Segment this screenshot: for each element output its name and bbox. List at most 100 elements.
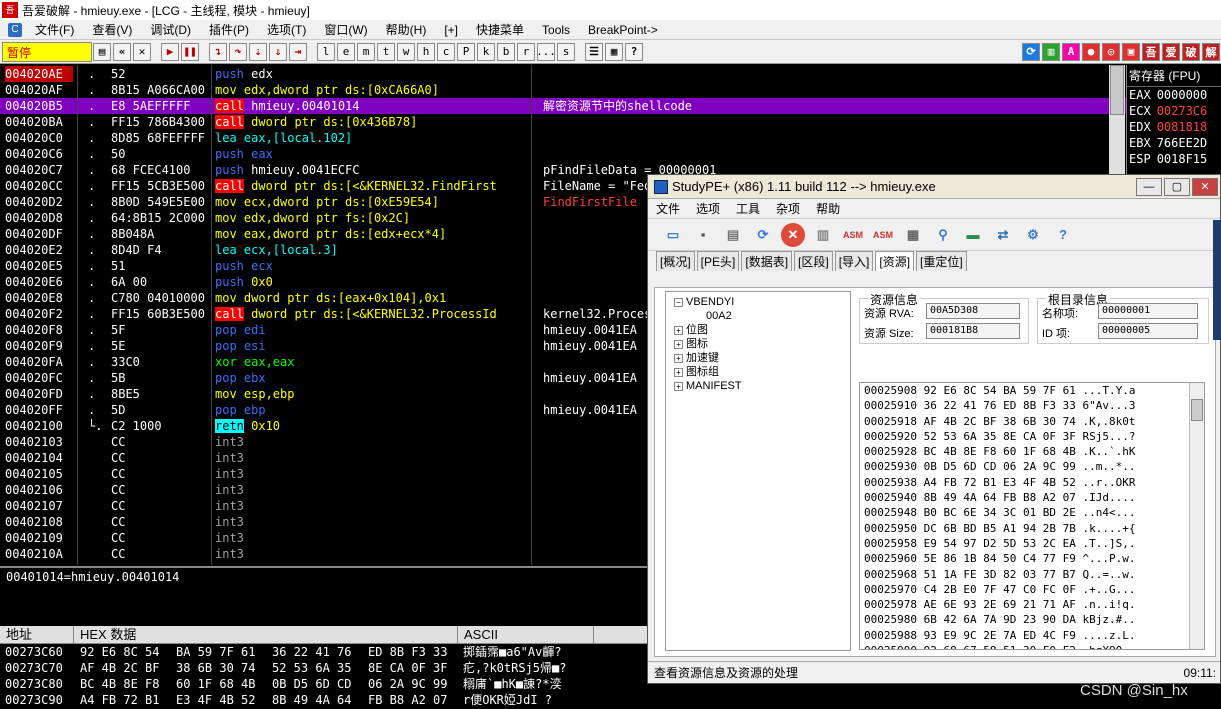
plugin-icon[interactable]: ▥	[1042, 42, 1060, 61]
menu-window[interactable]: 窗口(W)	[315, 21, 376, 38]
studype-tab[interactable]: [重定位]	[916, 251, 967, 271]
close-icon[interactable]: ✕	[133, 42, 151, 61]
disasm-row[interactable]: 004020B5. E8 5AEFFFFF call hmieuy.00401014…	[0, 98, 1126, 114]
studype-tab[interactable]: [PE头]	[696, 251, 740, 271]
studype-tab[interactable]: [数据表]	[741, 251, 793, 271]
dump-row[interactable]: 00273C60 92 E6 8C 54 BA 59 7F 61 36 22 41 7…	[0, 644, 650, 660]
menu-view[interactable]: 查看(V)	[83, 21, 141, 38]
trace-into-icon[interactable]: ⇣	[249, 42, 267, 61]
tree-node[interactable]: − VBENDYI	[666, 295, 850, 309]
open-icon[interactable]: ▤	[93, 42, 111, 61]
studype-tab[interactable]: [资源]	[875, 251, 915, 271]
windows-button[interactable]: w	[397, 42, 415, 61]
brand-button-1[interactable]: 吾	[1142, 42, 1160, 61]
record-icon[interactable]: ●	[1082, 42, 1100, 61]
tree-node[interactable]: + 图标组	[666, 365, 850, 379]
tree-node[interactable]: + 加速键	[666, 351, 850, 365]
transfer-icon[interactable]: ⇄	[991, 223, 1015, 247]
expand-icon[interactable]: +	[674, 339, 683, 349]
save-icon[interactable]: ▪	[691, 223, 715, 247]
brand-button-3[interactable]: 破	[1182, 42, 1200, 61]
step-into-icon[interactable]: ↴	[209, 42, 227, 61]
run-icon[interactable]: ▶	[161, 42, 179, 61]
export-icon[interactable]: ▤	[721, 223, 745, 247]
grid-icon[interactable]: ▦	[605, 42, 623, 61]
menu-options[interactable]: 选项(T)	[258, 21, 315, 38]
size-field[interactable]: 000181B8	[926, 323, 1020, 339]
expand-icon[interactable]: +	[674, 381, 683, 391]
register-row[interactable]: ECX 00273C6	[1127, 103, 1221, 119]
asm-icon[interactable]: ASM	[841, 223, 865, 247]
threads-button[interactable]: t	[377, 42, 395, 61]
disasm-row[interactable]: 004020BA. FF15 786B4300 call dword ptr ds:…	[0, 114, 1126, 130]
references-button[interactable]: r	[517, 42, 535, 61]
trace-over-icon[interactable]: ⇓	[269, 42, 287, 61]
menu-file[interactable]: 文件(F)	[26, 21, 83, 38]
disasm-row[interactable]: 004020C6. 50 push eax	[0, 146, 1126, 162]
asm-icon-2[interactable]: ASM	[871, 223, 895, 247]
dump-row[interactable]: 00273C80 BC 4B 8E F8 60 1F 68 4B 0B D5 6D C…	[0, 676, 650, 692]
memory-map-button[interactable]: m	[357, 42, 375, 61]
register-row[interactable]: EBX 766EE2D	[1127, 135, 1221, 151]
step-over-icon[interactable]: ↷	[229, 42, 247, 61]
expand-icon[interactable]: +	[674, 367, 683, 377]
help-icon[interactable]: ?	[625, 42, 643, 61]
calc-icon[interactable]: ▣	[1122, 42, 1140, 61]
list-icon[interactable]: ☰	[585, 42, 603, 61]
cpu-button[interactable]: c	[437, 42, 455, 61]
rva-field[interactable]: 00A5D308	[926, 303, 1020, 319]
gear-icon[interactable]: ⚙	[1021, 223, 1045, 247]
menu-tools[interactable]: Tools	[533, 23, 579, 37]
studype-menu-options[interactable]: 选项	[688, 200, 728, 217]
tree-node[interactable]: 00A2	[666, 309, 850, 323]
register-row[interactable]: EDX 0081818	[1127, 119, 1221, 135]
disasm-row[interactable]: 004020AE. 52 push edx	[0, 66, 1126, 82]
studype-tab[interactable]: [区段]	[794, 251, 833, 271]
menu-plugins[interactable]: 插件(P)	[200, 21, 258, 38]
hex-scrollbar[interactable]	[1189, 383, 1204, 649]
brand-button-4[interactable]: 解	[1202, 42, 1220, 61]
tree-node[interactable]: + 图标	[666, 337, 850, 351]
menu-plus[interactable]: [+]	[435, 23, 467, 37]
disasm-row[interactable]: 004020AF. 8B15 A066CA00 mov edx,dword ptr …	[0, 82, 1126, 98]
pause-icon[interactable]: ❚❚	[181, 42, 199, 61]
refresh-icon[interactable]: ⟳	[1022, 42, 1040, 61]
screen-icon[interactable]: ▬	[961, 223, 985, 247]
register-row[interactable]: ESP 0018F15	[1127, 151, 1221, 167]
search-icon[interactable]: ⚲	[931, 223, 955, 247]
menu-debug[interactable]: 调试(D)	[141, 21, 200, 38]
dump-pane[interactable]: 00273C60 92 E6 8C 54 BA 59 7F 61 36 22 41 7…	[0, 644, 650, 709]
patches-button[interactable]: P	[457, 42, 475, 61]
target-icon[interactable]: ◎	[1102, 42, 1120, 61]
resource-tree[interactable]: − VBENDYI 00A2 + 位图 + 图标 + 加速键 + 图标组 + MANIFEST	[665, 291, 851, 651]
brand-button-2[interactable]: 爱	[1162, 42, 1180, 61]
name-items-field[interactable]: 00000001	[1098, 303, 1198, 319]
id-items-field[interactable]: 00000005	[1098, 323, 1198, 339]
close-file-icon[interactable]: ✕	[781, 222, 805, 247]
rewind-icon[interactable]: «	[113, 42, 131, 61]
menu-shortcut[interactable]: 快捷菜单	[467, 21, 533, 38]
studype-menu-tools[interactable]: 工具	[728, 200, 768, 217]
maximize-button[interactable]: ▢	[1164, 177, 1190, 196]
open-file-icon[interactable]: ▭	[661, 223, 685, 247]
minimize-button[interactable]: —	[1136, 177, 1162, 196]
a-icon[interactable]: A	[1062, 42, 1080, 61]
tree-node[interactable]: + MANIFEST	[666, 379, 850, 393]
breakpoints-button[interactable]: b	[497, 42, 515, 61]
studype-menu-file[interactable]: 文件	[648, 200, 688, 217]
refresh-icon[interactable]: ⟳	[751, 223, 775, 247]
studype-menu-help[interactable]: 帮助	[808, 200, 848, 217]
menu-help[interactable]: 帮助(H)	[377, 21, 436, 38]
dump-row[interactable]: 00273C70 AF 4B 2C BF 38 6B 30 74 52 53 6A 3…	[0, 660, 650, 676]
expand-icon[interactable]: +	[674, 325, 683, 335]
menu-breakpoint[interactable]: BreakPoint->	[579, 23, 667, 37]
register-row[interactable]: EAX 0000000	[1127, 87, 1221, 103]
collapse-icon[interactable]: −	[674, 297, 683, 307]
expand-icon[interactable]: +	[674, 353, 683, 363]
database-icon[interactable]: ▥	[811, 223, 835, 247]
call-stack-button[interactable]: k	[477, 42, 495, 61]
log-window-button[interactable]: l	[317, 42, 335, 61]
disasm-row[interactable]: 004020C0. 8D85 68FEFFFF lea eax,[local.102…	[0, 130, 1126, 146]
run-trace-button[interactable]: ...	[536, 42, 556, 61]
studype-menu-misc[interactable]: 杂项	[768, 200, 808, 217]
